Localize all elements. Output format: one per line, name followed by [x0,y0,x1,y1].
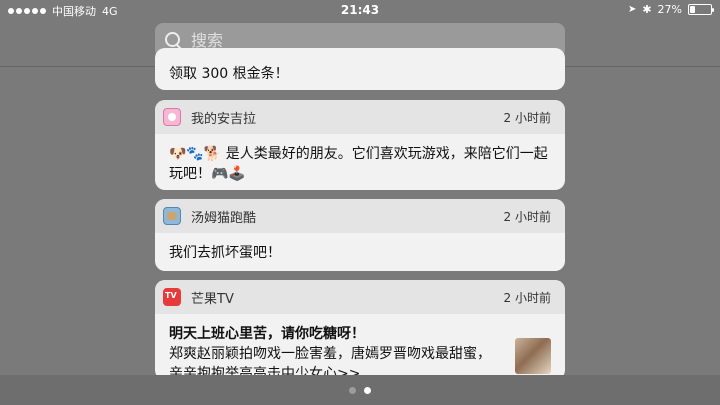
bluetooth-icon: ✱ [642,3,652,16]
notification-card-partial[interactable]: 领取 300 根金条！ [155,48,565,90]
mango-tv-app-icon [163,288,181,306]
notification-body: 我们去抓坏蛋吧！ [169,245,281,261]
notification-header: 芒果TV 2 小时前 [155,280,565,314]
page-dot-active[interactable] [364,387,371,394]
app-name: 我的安吉拉 [191,111,257,127]
notification-header: 我的安吉拉 2 小时前 [155,100,565,134]
notification-title: 明天上班心里苦，请你吃糖呀！ [169,326,365,342]
page-dot[interactable] [349,387,356,394]
notification-time: 2 小时前 [503,290,551,305]
notification-body: 领取 300 根金条！ [169,66,289,82]
notification-thumbnail [515,338,551,374]
notification-time: 2 小时前 [503,110,551,125]
battery-level [690,6,695,13]
status-bar: 中国移动 4G 21:43 ➤ ✱ 27% [0,0,720,20]
search-icon [165,31,183,50]
notification-time: 2 小时前 [503,209,551,224]
my-angela-app-icon [163,108,181,126]
location-icon: ➤ [627,4,637,15]
notification-card[interactable]: 芒果TV 2 小时前 明天上班心里苦，请你吃糖呀！ 郑爽赵丽颖拍吻戏一脸害羞，唐… [155,280,565,380]
notification-content: 明天上班心里苦，请你吃糖呀！ 郑爽赵丽颖拍吻戏一脸害羞，唐嫣罗晋吻戏最甜蜜，亲亲… [155,314,565,380]
battery-percent: 27% [657,3,682,16]
notification-body: 🐶🐾🐕 是人类最好的朋友。它们喜欢玩游戏，来陪它们一起玩吧！🎮🕹️ [169,146,548,182]
notification-header: 汤姆猫跑酷 2 小时前 [155,199,565,233]
app-name: 芒果TV [191,291,234,307]
app-name: 汤姆猫跑酷 [191,210,257,226]
status-time: 21:43 [340,3,380,17]
page-indicator[interactable] [0,387,720,394]
battery-icon [688,4,714,15]
notification-card[interactable]: 我的安吉拉 2 小时前 🐶🐾🐕 是人类最好的朋友。它们喜欢玩游戏，来陪它们一起玩… [155,100,565,190]
talking-tom-app-icon [163,207,181,225]
status-right: ➤ ✱ 27% [627,3,714,16]
notification-card[interactable]: 汤姆猫跑酷 2 小时前 我们去抓坏蛋吧！ [155,199,565,271]
